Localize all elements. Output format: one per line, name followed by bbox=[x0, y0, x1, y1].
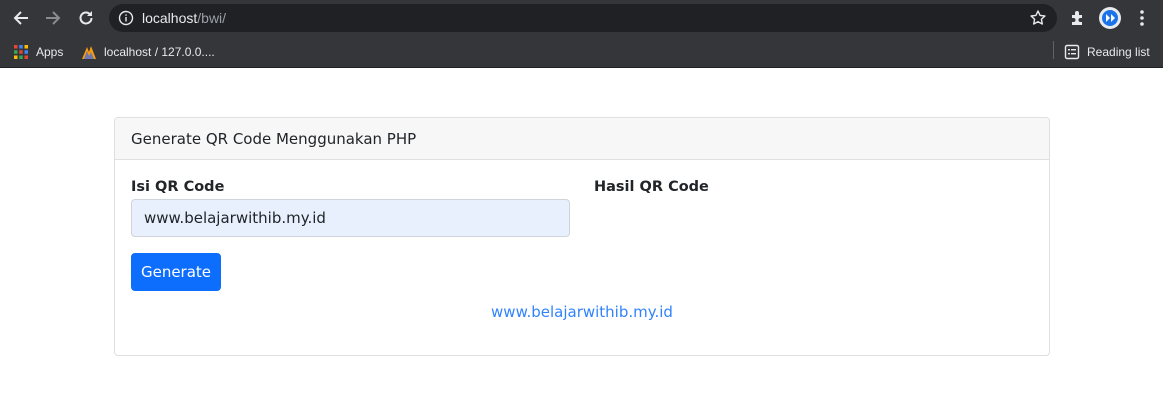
bookmark-localhost-label: localhost / 127.0.0.... bbox=[104, 45, 215, 59]
arrow-right-icon bbox=[46, 11, 61, 25]
bookmark-apps[interactable]: Apps bbox=[13, 42, 63, 62]
card-title: Generate QR Code Menggunakan PHP bbox=[131, 130, 417, 148]
bookmarks-divider bbox=[1053, 41, 1054, 59]
bookmark-localhost[interactable]: localhost / 127.0.0.... bbox=[81, 42, 215, 62]
address-bar[interactable]: localhost/bwi/ bbox=[109, 4, 1057, 32]
back-button[interactable] bbox=[9, 6, 33, 30]
reload-icon bbox=[79, 11, 93, 25]
phpmyadmin-icon bbox=[82, 46, 96, 59]
bookmark-apps-label: Apps bbox=[36, 45, 64, 59]
bookmarks-bar: Apps localhost / 127.0.0.... Reading lis… bbox=[0, 36, 1163, 68]
reload-button[interactable] bbox=[74, 6, 98, 30]
more-vert-icon[interactable] bbox=[1133, 8, 1151, 28]
url-path: /bwi/ bbox=[197, 10, 227, 26]
site-link[interactable]: www.belajarwithib.my.id bbox=[115, 303, 1049, 321]
qr-content-input[interactable] bbox=[131, 199, 570, 237]
profile-icon bbox=[1102, 10, 1118, 26]
input-label: Isi QR Code bbox=[131, 179, 225, 195]
reading-list-label: Reading list bbox=[1087, 45, 1150, 59]
forward-button[interactable] bbox=[41, 6, 65, 30]
result-label: Hasil QR Code bbox=[594, 179, 709, 195]
reading-list-button[interactable]: Reading list bbox=[1064, 42, 1150, 62]
arrow-left-icon bbox=[13, 11, 28, 25]
generate-button[interactable]: Generate bbox=[131, 253, 221, 291]
apps-grid-icon bbox=[14, 45, 28, 59]
url-host: localhost bbox=[142, 10, 198, 26]
card-header: Generate QR Code Menggunakan PHP bbox=[115, 118, 1049, 160]
browser-toolbar: localhost/bwi/ bbox=[0, 0, 1163, 36]
reading-list-icon bbox=[1064, 44, 1080, 60]
star-icon[interactable] bbox=[1029, 9, 1047, 27]
puzzle-icon[interactable] bbox=[1068, 8, 1088, 28]
info-icon[interactable] bbox=[118, 10, 134, 26]
url-text: localhost/bwi/ bbox=[142, 10, 226, 26]
qr-card: Generate QR Code Menggunakan PHP Isi QR … bbox=[114, 117, 1050, 356]
profile-avatar[interactable] bbox=[1099, 7, 1121, 29]
